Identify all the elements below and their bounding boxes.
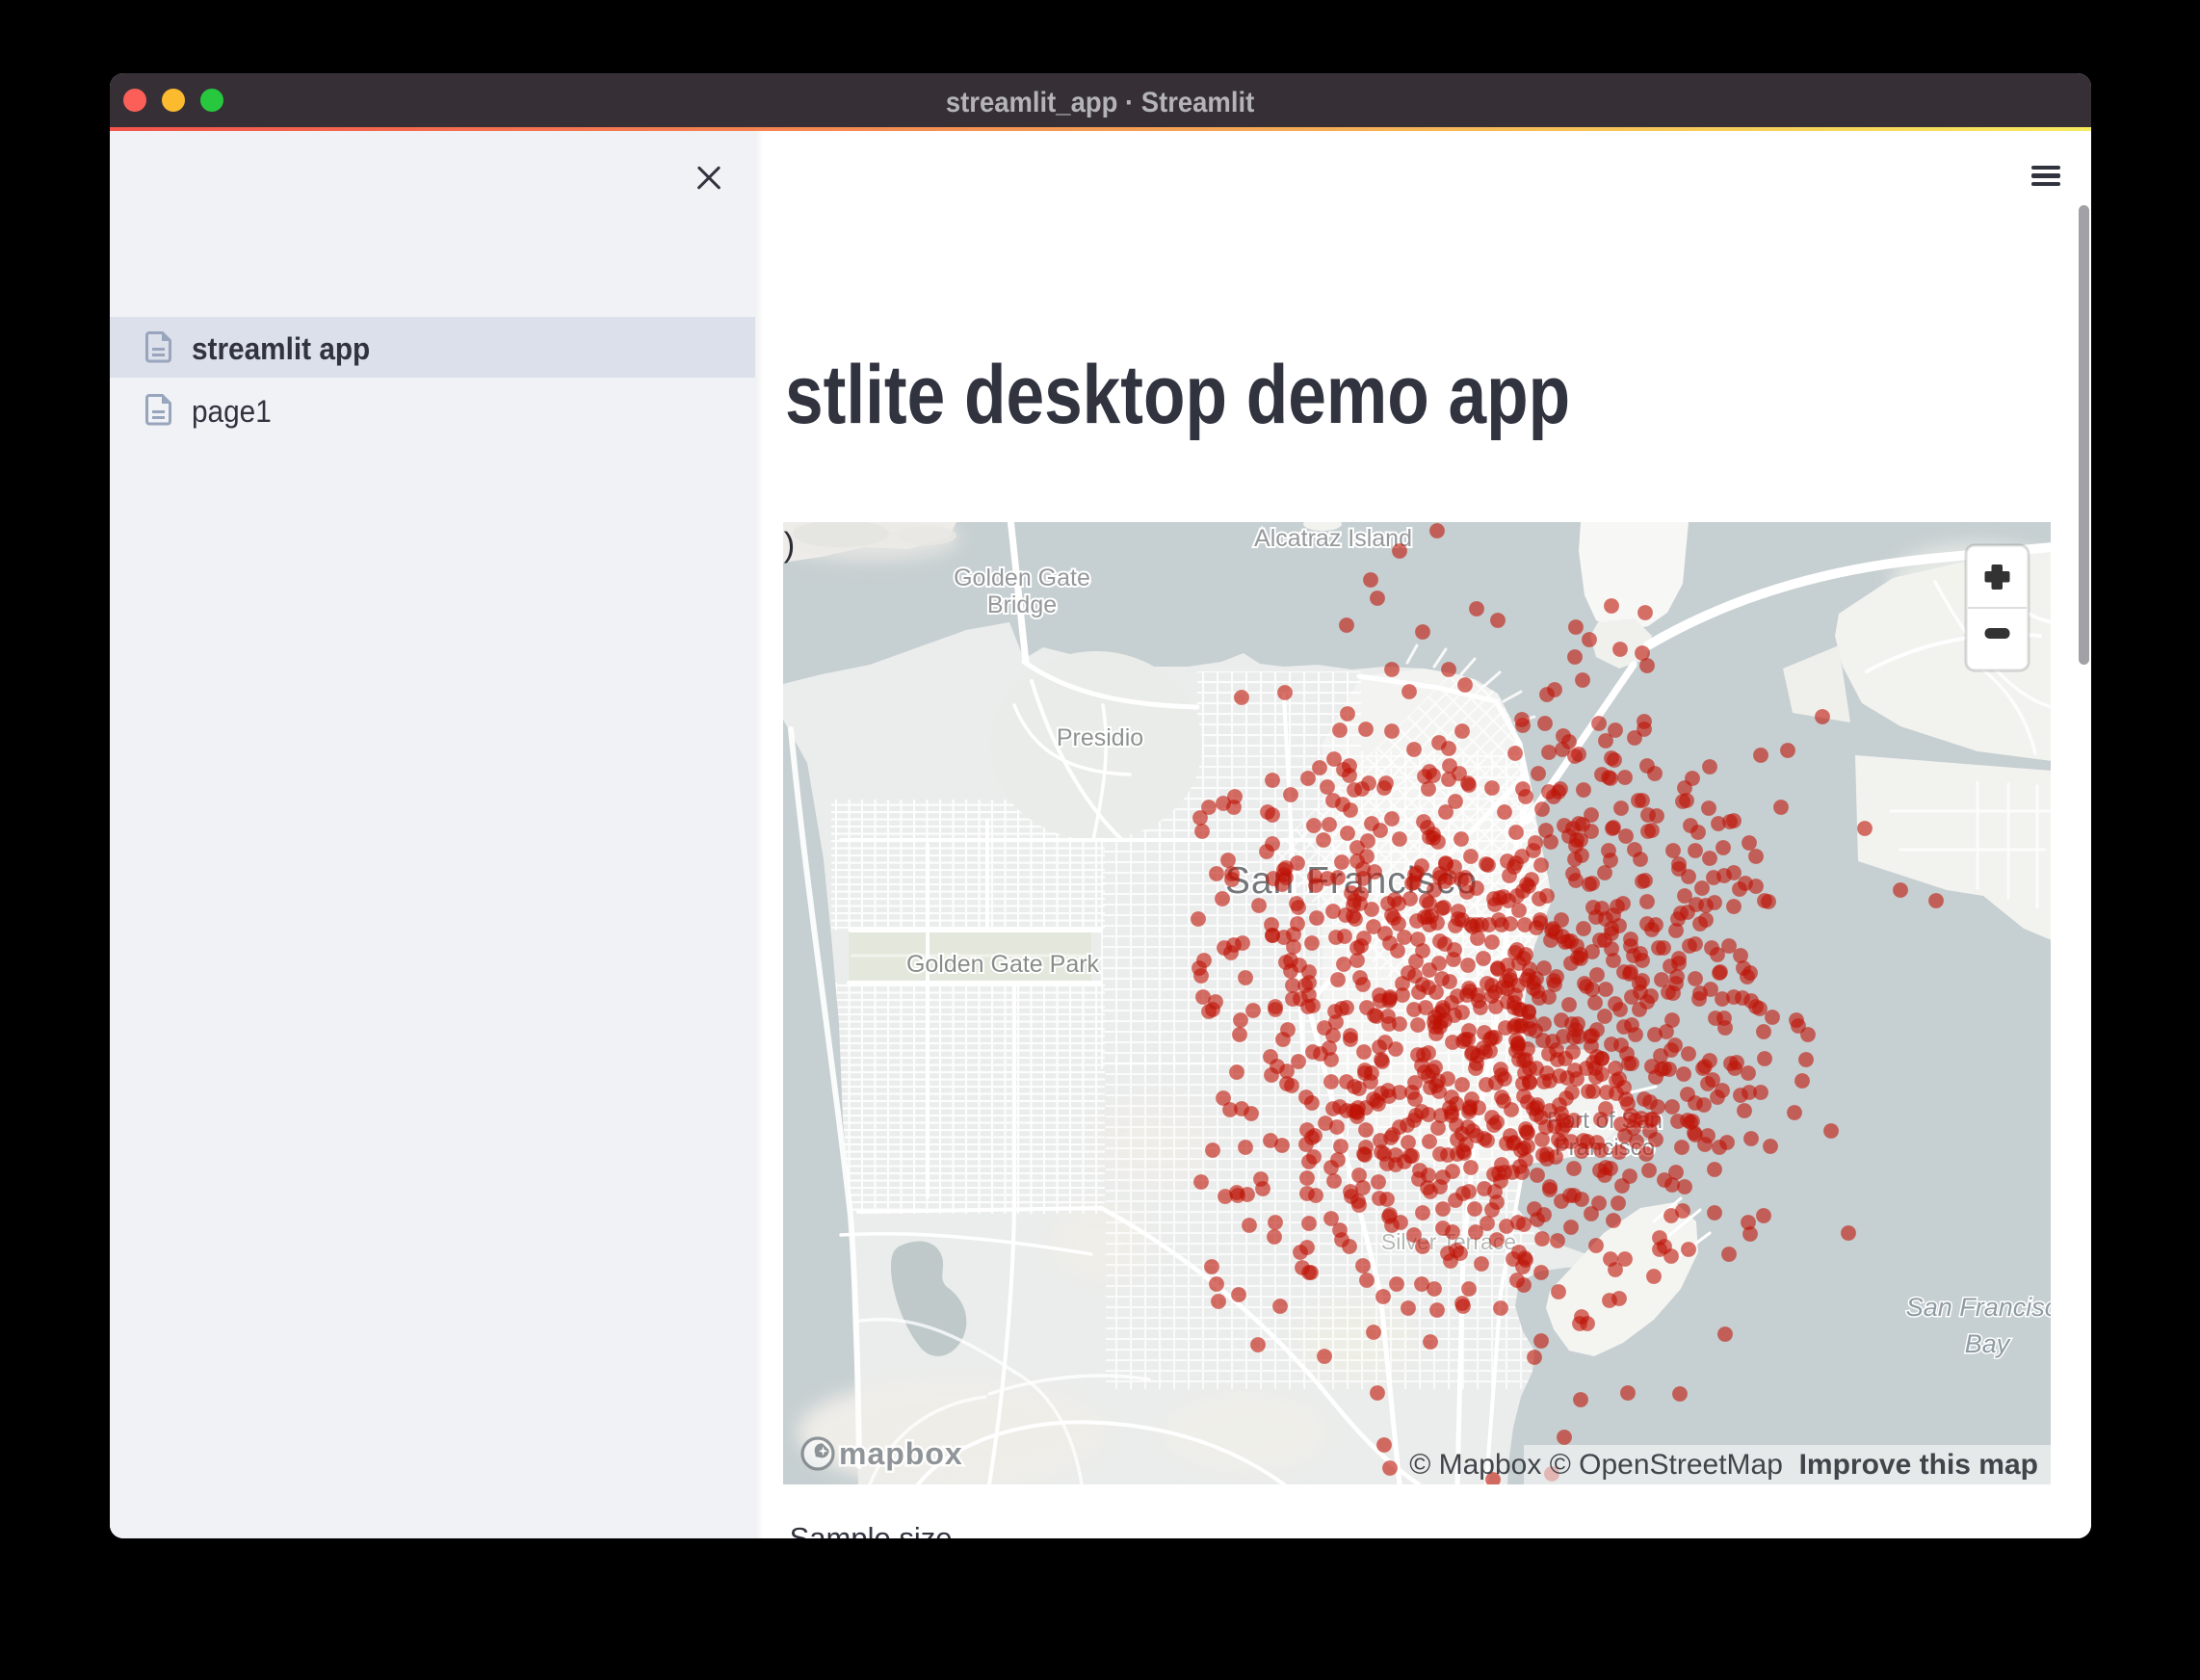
svg-text:Golden Gate Park: Golden Gate Park [906, 951, 1100, 978]
svg-text:Presidio: Presidio [1056, 724, 1142, 751]
svg-text:Bridge: Bridge [986, 591, 1056, 618]
svg-text:San Francisco: San Francisco [1905, 1293, 2050, 1322]
svg-text:Alcatraz Island: Alcatraz Island [1254, 525, 1412, 552]
svg-text:© Mapbox © OpenStreetMap Impr: © Mapbox © OpenStreetMap Improve this ma… [1409, 1449, 2038, 1481]
svg-text:mapbox: mapbox [839, 1436, 963, 1471]
svg-text:Golden Gate: Golden Gate [954, 564, 1090, 591]
svg-text:Bay: Bay [1964, 1329, 2010, 1358]
